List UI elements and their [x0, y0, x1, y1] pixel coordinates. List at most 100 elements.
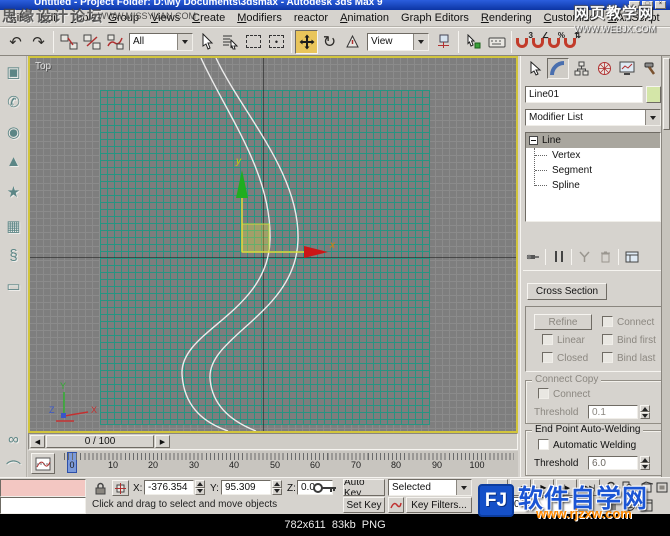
time-slider[interactable]: ◀ 0 / 100 ▶: [28, 433, 518, 450]
pan-view-icon[interactable]: [604, 497, 620, 513]
spinner-up-icon[interactable]: [640, 456, 650, 463]
spinner-down-icon[interactable]: [272, 487, 282, 495]
unlink-selection-icon[interactable]: [80, 30, 103, 54]
collapse-icon[interactable]: [529, 136, 538, 145]
selection-filter-dropdown[interactable]: All: [129, 32, 193, 51]
tab-modify-icon[interactable]: [547, 58, 569, 79]
stack-item-segment[interactable]: Segment: [526, 163, 660, 178]
zoom-extents-icon[interactable]: [638, 479, 654, 496]
key-mode-toggle-icon[interactable]: ◀▶: [487, 497, 508, 513]
go-to-end-icon[interactable]: ▶▶|: [579, 479, 600, 496]
automatic-welding-checkbox[interactable]: [538, 439, 549, 450]
menu-customize[interactable]: Customize: [538, 12, 602, 24]
zoom-icon[interactable]: [604, 479, 620, 496]
gizmo-y-arrowhead[interactable]: [236, 170, 248, 198]
window-crossing-toggle-icon[interactable]: •: [265, 30, 288, 54]
menu-tools[interactable]: Tools: [65, 12, 103, 24]
tab-hierarchy-icon[interactable]: [570, 58, 592, 79]
y-coordinate-field[interactable]: 95.309: [221, 480, 271, 495]
track-bar[interactable]: 0 10 20 30 40 50 60 70 80 90 100: [28, 451, 518, 477]
default-in-out-tangent-icon[interactable]: [388, 497, 404, 513]
maxscript-listener-macro[interactable]: [0, 479, 86, 497]
rectangular-selection-region-icon[interactable]: [242, 30, 265, 54]
time-slider-next-icon[interactable]: ▶: [155, 435, 170, 448]
percent-snap-toggle-icon[interactable]: %: [547, 31, 565, 49]
spinner-down-icon[interactable]: [640, 463, 650, 470]
menu-file[interactable]: File: [4, 12, 34, 24]
menu-animation[interactable]: Animation: [334, 12, 395, 24]
select-and-move-icon[interactable]: [295, 29, 318, 54]
make-unique-icon[interactable]: [575, 248, 594, 266]
shelf-blocks-icon[interactable]: ▦: [2, 214, 25, 237]
shelf-cone-icon[interactable]: ▲: [2, 150, 25, 173]
shelf-knot-icon[interactable]: ∞: [2, 428, 25, 451]
undo-icon[interactable]: ↶: [4, 30, 27, 54]
time-slider-thumb[interactable]: 0 / 100: [46, 435, 154, 448]
select-and-scale-icon[interactable]: [341, 30, 364, 54]
selection-lock-icon[interactable]: [92, 480, 108, 496]
viewport-label[interactable]: Top: [35, 61, 51, 72]
minimize-icon[interactable]: _: [629, 1, 640, 9]
spinner-up-icon[interactable]: [272, 480, 282, 488]
close-icon[interactable]: ×: [655, 1, 666, 9]
viewport-canvas[interactable]: y x Y X Z Top: [30, 58, 516, 431]
gizmo-x-arrowhead[interactable]: [304, 246, 328, 258]
select-by-name-icon[interactable]: [219, 30, 242, 54]
select-and-manipulate-icon[interactable]: [462, 30, 485, 54]
scrollbar-thumb[interactable]: [663, 58, 670, 130]
stack-item-line[interactable]: Line: [526, 133, 660, 148]
maximize-viewport-toggle-icon[interactable]: [638, 497, 654, 513]
reference-coordinate-system-dropdown[interactable]: View: [367, 32, 429, 51]
tab-utilities-icon[interactable]: [639, 58, 661, 79]
zoom-extents-all-icon[interactable]: [655, 479, 669, 496]
tab-display-icon[interactable]: [616, 58, 638, 79]
x-coordinate-field[interactable]: -376.354: [144, 480, 194, 495]
previous-frame-icon[interactable]: ◀|: [510, 479, 531, 496]
zoom-all-icon[interactable]: [621, 479, 637, 496]
next-frame-icon[interactable]: |▶: [556, 479, 577, 496]
spinner-up-icon[interactable]: [195, 480, 205, 488]
shelf-boxes-icon[interactable]: ▣: [2, 60, 25, 83]
use-pivot-point-center-icon[interactable]: [432, 30, 455, 54]
configure-modifier-sets-icon[interactable]: [622, 248, 641, 266]
set-keys-key-icon[interactable]: [310, 479, 340, 496]
gizmo-xy-plane-handle[interactable]: [241, 223, 270, 253]
arc-rotate-icon[interactable]: [621, 497, 637, 513]
mini-curve-editor-icon[interactable]: [31, 453, 55, 474]
key-filters-button[interactable]: Key Filters...: [406, 497, 472, 513]
menu-group[interactable]: Group: [102, 12, 145, 24]
select-and-link-icon[interactable]: [57, 30, 80, 54]
menu-graph-editors[interactable]: Graph Editors: [395, 12, 475, 24]
menu-create[interactable]: Create: [186, 12, 231, 24]
panel-scrollbar[interactable]: [661, 56, 670, 477]
chevron-down-icon[interactable]: [456, 480, 471, 495]
welding-threshold-field[interactable]: 6.0: [588, 456, 638, 470]
object-color-swatch[interactable]: [646, 86, 661, 103]
tab-motion-icon[interactable]: [593, 58, 615, 79]
angle-snap-toggle-icon[interactable]: ∠: [531, 31, 549, 49]
play-animation-icon[interactable]: ▶: [533, 479, 554, 496]
spinner-down-icon[interactable]: [195, 487, 205, 495]
object-name-field[interactable]: Line01: [525, 86, 643, 103]
connect-copy-threshold-field[interactable]: 0.1: [588, 405, 638, 419]
select-and-rotate-icon[interactable]: ↻: [318, 30, 341, 54]
select-object-icon[interactable]: [196, 30, 219, 54]
menu-views[interactable]: Views: [145, 12, 186, 24]
linear-checkbox[interactable]: [542, 334, 553, 345]
modifier-list-dropdown[interactable]: Modifier List: [525, 109, 661, 126]
absolute-mode-icon[interactable]: [112, 480, 129, 496]
stack-item-spline[interactable]: Spline: [526, 178, 660, 193]
shelf-arc-icon[interactable]: ⌒: [2, 456, 25, 479]
key-filter-dropdown[interactable]: Selected: [388, 479, 472, 496]
maximize-icon[interactable]: □: [642, 1, 653, 9]
set-key-button[interactable]: Set Key: [343, 497, 385, 513]
menu-maxscript[interactable]: MAXScript: [602, 12, 666, 24]
time-slider-prev-icon[interactable]: ◀: [30, 435, 45, 448]
bind-to-space-warp-icon[interactable]: [103, 30, 126, 54]
redo-icon[interactable]: ↷: [27, 30, 50, 54]
chevron-down-icon[interactable]: [177, 33, 192, 50]
snap-toggle-3d-icon[interactable]: 3: [515, 31, 533, 49]
viewport-top[interactable]: y x Y X Z Top: [28, 56, 518, 433]
maxscript-listener-input[interactable]: [0, 497, 86, 514]
tab-create-icon[interactable]: [524, 58, 546, 79]
